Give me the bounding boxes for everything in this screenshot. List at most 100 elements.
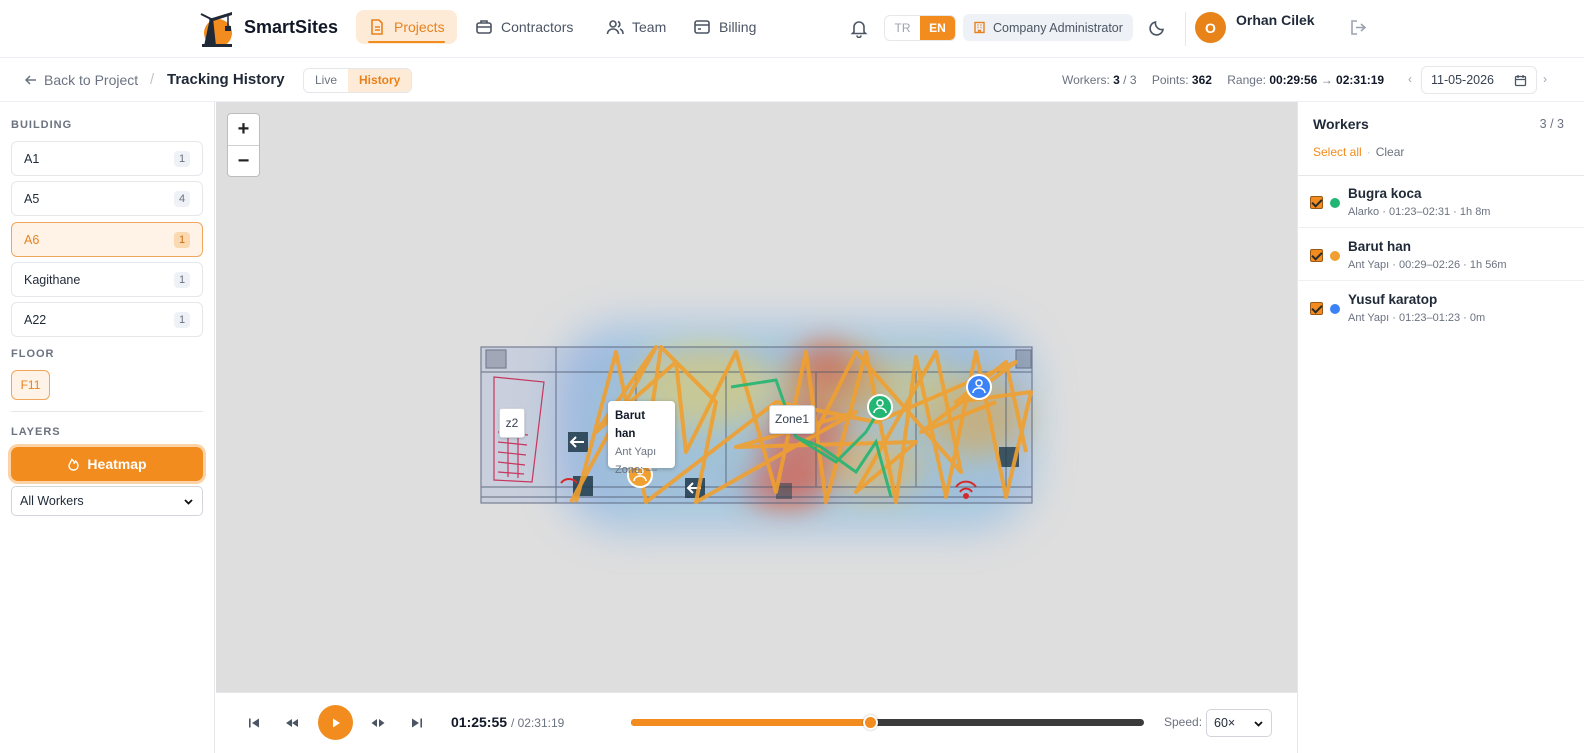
moon-icon[interactable] bbox=[1148, 18, 1167, 37]
workers-total: / 3 bbox=[1123, 73, 1137, 87]
building-name: A6 bbox=[24, 232, 40, 247]
building-name: A1 bbox=[24, 151, 40, 166]
heatmap-toggle-button[interactable]: Heatmap bbox=[11, 447, 203, 481]
nav-contractors[interactable]: Contractors bbox=[463, 10, 585, 44]
brand-name[interactable]: SmartSites bbox=[244, 17, 338, 38]
worker-checkbox[interactable] bbox=[1310, 196, 1323, 209]
building-section-label: BUILDING bbox=[11, 119, 73, 131]
playback-bar: 01:25:55 / 02:31:19 Speed: 60× bbox=[216, 692, 1297, 753]
clear-button[interactable]: Clear bbox=[1376, 145, 1405, 159]
select-all-button[interactable]: Select all bbox=[1313, 145, 1362, 159]
zone-label-zone1[interactable]: Zone1 bbox=[769, 405, 815, 434]
users-icon bbox=[606, 20, 624, 35]
chevron-down-icon bbox=[1254, 720, 1263, 727]
tooltip-company: Ant Yapı bbox=[615, 446, 657, 458]
floor-map[interactable]: + − z2 Zone1 Barut han Ant Yapı Zone: — bbox=[216, 102, 1297, 692]
chevron-down-icon bbox=[184, 498, 193, 505]
worker-name: Bugra koca bbox=[1348, 186, 1422, 201]
range-label: Range: bbox=[1227, 73, 1266, 87]
building-item-a1[interactable]: A1 1 bbox=[11, 141, 203, 176]
playback-time: 01:25:55 / 02:31:19 bbox=[451, 714, 564, 730]
worker-filter-select[interactable]: All Workers bbox=[11, 486, 203, 516]
zone-label-z2[interactable]: z2 bbox=[499, 408, 525, 438]
worker-marker-yusuf-karatop[interactable] bbox=[966, 374, 992, 400]
lang-en[interactable]: EN bbox=[920, 16, 955, 40]
workers-shown: 3 bbox=[1113, 73, 1120, 87]
worker-row[interactable]: Barut han Ant Yapı · 00:29–02:26 · 1h 56… bbox=[1298, 229, 1584, 281]
building-count: 1 bbox=[174, 311, 190, 328]
building-item-a22[interactable]: A22 1 bbox=[11, 302, 203, 337]
role-label: Company Administrator bbox=[993, 20, 1123, 35]
user-name[interactable]: Orhan Cilek bbox=[1236, 12, 1315, 28]
crane-logo-icon[interactable] bbox=[198, 8, 236, 48]
worker-row[interactable]: Yusuf karatop Ant Yapı · 01:23–01:23 · 0… bbox=[1298, 282, 1584, 334]
worker-checkbox[interactable] bbox=[1310, 302, 1323, 315]
building-item-kagithane[interactable]: Kagithane 1 bbox=[11, 262, 203, 297]
workers-panel-title: Workers bbox=[1313, 116, 1369, 132]
building-name: A22 bbox=[24, 312, 47, 327]
divider bbox=[1185, 12, 1186, 46]
building-name: A5 bbox=[24, 191, 40, 206]
play-button[interactable] bbox=[318, 705, 353, 740]
date-prev-button[interactable]: ‹ bbox=[1408, 72, 1412, 86]
flame-icon bbox=[68, 458, 80, 471]
skip-start-icon[interactable] bbox=[246, 715, 262, 731]
speed-select[interactable]: 60× bbox=[1206, 709, 1272, 737]
nav-team-label: Team bbox=[632, 19, 667, 35]
sub-header: Back to Project / Tracking History Live … bbox=[0, 58, 1584, 102]
nav-projects[interactable]: Projects bbox=[356, 10, 457, 44]
divider bbox=[11, 411, 203, 412]
date-picker[interactable]: 11-05-2026 bbox=[1421, 66, 1537, 94]
tooltip-zone: Zone: — bbox=[615, 464, 658, 476]
nav-team[interactable]: Team bbox=[594, 10, 678, 44]
rewind-icon[interactable] bbox=[284, 715, 300, 731]
nav-projects-label: Projects bbox=[394, 19, 445, 35]
range-arrow: → bbox=[1320, 73, 1333, 87]
workers-panel: Workers 3 / 3 Select all · Clear Bugra koc… bbox=[1297, 102, 1584, 753]
calendar-icon bbox=[1514, 74, 1527, 86]
worker-filter-value: All Workers bbox=[20, 494, 84, 508]
mode-toggle: Live History bbox=[303, 68, 413, 93]
skip-end-icon[interactable] bbox=[409, 715, 425, 731]
bell-icon[interactable] bbox=[849, 18, 869, 38]
back-to-project-link[interactable]: Back to Project bbox=[24, 72, 138, 88]
workers-label: Workers: bbox=[1062, 73, 1110, 87]
step-icon[interactable] bbox=[370, 715, 386, 731]
worker-color-dot bbox=[1330, 304, 1340, 314]
page-title: Tracking History bbox=[167, 71, 285, 88]
building-item-a6[interactable]: A6 1 bbox=[11, 222, 203, 257]
worker-name: Yusuf karatop bbox=[1348, 292, 1438, 307]
timeline-handle[interactable] bbox=[863, 715, 879, 730]
top-navigation: SmartSites Projects Contractors Team Bil… bbox=[0, 0, 1584, 58]
avatar[interactable]: O bbox=[1195, 12, 1226, 43]
play-icon bbox=[332, 718, 340, 727]
timeline-progress bbox=[631, 719, 871, 726]
speed-label: Speed: bbox=[1164, 715, 1203, 729]
nav-billing[interactable]: Billing bbox=[681, 10, 768, 44]
worker-color-dot bbox=[1330, 198, 1340, 208]
points-value: 362 bbox=[1191, 73, 1212, 87]
building-item-a5[interactable]: A5 4 bbox=[11, 181, 203, 216]
zoom-controls: + − bbox=[227, 113, 260, 177]
building-name: Kagithane bbox=[24, 272, 81, 287]
mode-live[interactable]: Live bbox=[304, 69, 348, 92]
logout-icon[interactable] bbox=[1349, 18, 1368, 37]
floor-chip-f11[interactable]: F11 bbox=[11, 370, 50, 400]
role-badge[interactable]: Company Administrator bbox=[963, 14, 1133, 41]
date-next-button[interactable]: › bbox=[1543, 72, 1547, 86]
arrow-left-icon bbox=[24, 75, 36, 85]
worker-checkbox[interactable] bbox=[1310, 249, 1323, 262]
heatmap-label: Heatmap bbox=[87, 456, 147, 472]
separator-dot: · bbox=[1366, 145, 1371, 159]
zoom-in-button[interactable]: + bbox=[228, 114, 259, 145]
mode-history[interactable]: History bbox=[348, 69, 412, 92]
language-switcher: TR EN bbox=[884, 15, 956, 41]
lang-tr[interactable]: TR bbox=[885, 16, 920, 40]
floor-section-label: FLOOR bbox=[11, 348, 55, 360]
worker-marker-bugra-koca[interactable] bbox=[867, 394, 893, 420]
timeline-slider[interactable] bbox=[631, 715, 1144, 730]
zoom-out-button[interactable]: − bbox=[228, 145, 259, 176]
building-count: 4 bbox=[174, 190, 190, 207]
worker-row[interactable]: Bugra koca Alarko · 01:23–02:31 · 1h 8m bbox=[1298, 176, 1584, 228]
range-start: 00:29:56 bbox=[1269, 73, 1318, 87]
